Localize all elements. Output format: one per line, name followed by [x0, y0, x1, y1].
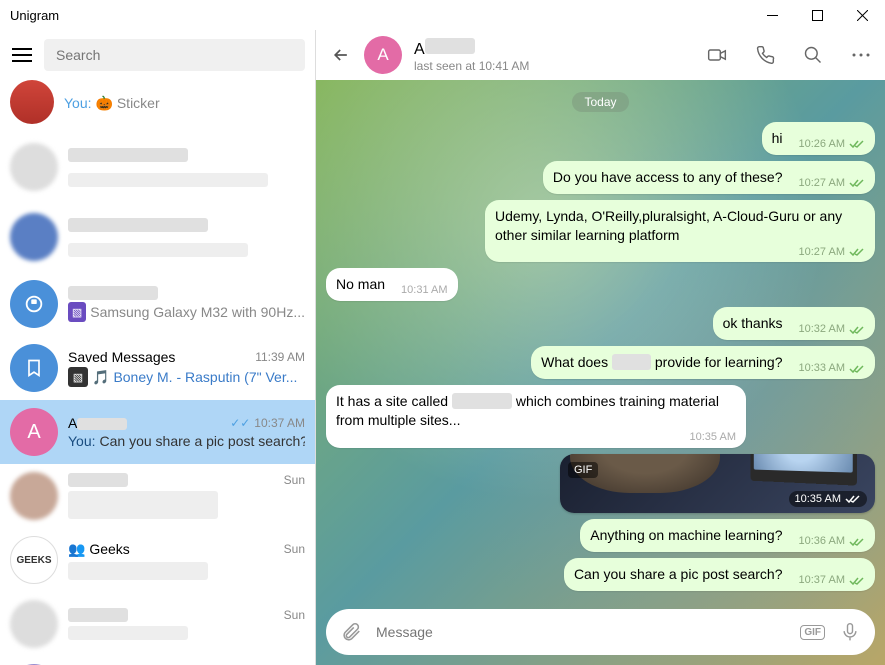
attach-button[interactable]	[340, 621, 362, 643]
chat-item[interactable]: You: 🎃 Sticker	[0, 80, 315, 132]
back-button[interactable]	[330, 44, 352, 66]
search-input[interactable]	[44, 39, 305, 71]
close-button[interactable]	[840, 0, 885, 30]
avatar	[10, 280, 58, 328]
thumbnail-icon: ▧	[68, 302, 86, 322]
message-out[interactable]: Anything on machine learning?10:36 AM	[580, 519, 875, 552]
double-check-icon	[849, 178, 865, 188]
date-separator: Today	[572, 92, 628, 112]
chat-item-geeks[interactable]: GEEKS 👥 Geeks Sun	[0, 528, 315, 592]
thumbnail-icon: ▧	[68, 367, 88, 387]
chat-time: Sun	[284, 608, 305, 622]
conversation-avatar[interactable]: A	[364, 36, 402, 74]
chat-item-saved-messages[interactable]: Saved Messages11:39 AM ▧🎵Boney M. - Rasp…	[0, 336, 315, 400]
chat-time: Sun	[284, 542, 305, 556]
chat-time: Sun	[284, 473, 305, 487]
message-out[interactable]: What does xxxxx provide for learning?10:…	[531, 346, 875, 379]
avatar	[10, 80, 54, 124]
double-check-icon	[849, 537, 865, 547]
message-out[interactable]: Can you share a pic post search?10:37 AM	[564, 558, 875, 591]
bookmark-icon	[10, 344, 58, 392]
video-call-button[interactable]	[707, 45, 727, 65]
call-button[interactable]	[755, 45, 775, 65]
message-meta: 10:37 AM	[799, 573, 865, 588]
message-meta: 10:36 AM	[799, 534, 865, 549]
group-icon: 👥	[68, 541, 85, 557]
chat-item[interactable]	[0, 202, 315, 272]
message-in[interactable]: It has a site called xxxxxxxx which comb…	[326, 385, 746, 448]
double-check-icon	[845, 494, 861, 504]
avatar	[10, 472, 58, 520]
maximize-button[interactable]	[795, 0, 840, 30]
double-check-icon: ✓✓	[230, 416, 250, 430]
menu-button[interactable]	[10, 43, 34, 67]
chat-item[interactable]: ▧Samsung Galaxy M32 with 90Hz...	[0, 272, 315, 336]
avatar	[10, 213, 58, 261]
message-input[interactable]	[376, 624, 786, 640]
search-button[interactable]	[803, 45, 823, 65]
message-meta: 10:33 AM	[799, 361, 865, 376]
double-check-icon	[849, 325, 865, 335]
message-out[interactable]: hi10:26 AM	[762, 122, 875, 155]
message-meta: 10:32 AM	[799, 322, 865, 337]
message-meta: 10:35 AM	[789, 491, 867, 507]
conversation-panel: A A last seen at 10:41 AM Today hi10:26 …	[316, 30, 885, 665]
message-meta: 10:27 AM	[799, 245, 865, 260]
chat-item[interactable]: B BSat	[0, 656, 315, 665]
chat-item[interactable]: Sun	[0, 464, 315, 528]
message-meta: 10:35 AM	[690, 430, 736, 445]
music-icon: 🎵	[92, 369, 109, 386]
double-check-icon	[849, 139, 865, 149]
message-out[interactable]: ok thanks10:32 AM	[713, 307, 875, 340]
conversation-name	[425, 38, 475, 54]
message-in[interactable]: No man10:31 AM	[326, 268, 458, 301]
window-title: Unigram	[10, 8, 59, 23]
message-out[interactable]: Udemy, Lynda, O'Reilly,pluralsight, A-Cl…	[485, 200, 875, 263]
minimize-button[interactable]	[750, 0, 795, 30]
double-check-icon	[849, 576, 865, 586]
avatar: GEEKS	[10, 536, 58, 584]
double-check-icon	[849, 364, 865, 374]
message-gif[interactable]: GIF 10:35 AM	[560, 454, 875, 514]
gif-badge: GIF	[568, 462, 598, 478]
gif-button[interactable]: GIF	[800, 625, 825, 640]
chat-time: ✓✓10:37 AM	[230, 416, 305, 430]
avatar: A	[10, 408, 58, 456]
mic-button[interactable]	[839, 621, 861, 643]
chat-item[interactable]	[0, 132, 315, 202]
sidebar: You: 🎃 Sticker ▧Samsung Galaxy M32 with …	[0, 30, 316, 665]
message-composer: GIF	[326, 609, 875, 655]
conversation-status: last seen at 10:41 AM	[414, 59, 695, 73]
message-out[interactable]: Do you have access to any of these?10:27…	[543, 161, 875, 194]
chat-item[interactable]: Sun	[0, 592, 315, 656]
conversation-header: A A last seen at 10:41 AM	[316, 30, 885, 80]
message-meta: 10:26 AM	[799, 137, 865, 152]
chat-item-active[interactable]: A A✓✓10:37 AM You: Can you share a pic p…	[0, 400, 315, 464]
window-controls	[750, 0, 885, 30]
chat-time: 11:39 AM	[255, 350, 305, 364]
chat-name: 👥 Geeks	[68, 541, 130, 558]
avatar	[10, 143, 58, 191]
chat-name: Saved Messages	[68, 349, 175, 365]
avatar	[10, 600, 58, 648]
message-list[interactable]: Today hi10:26 AM Do you have access to a…	[316, 80, 885, 599]
title-bar: Unigram	[0, 0, 885, 30]
message-meta: 10:31 AM	[401, 283, 447, 298]
chat-list[interactable]: You: 🎃 Sticker ▧Samsung Galaxy M32 with …	[0, 80, 315, 665]
double-check-icon	[849, 247, 865, 257]
message-meta: 10:27 AM	[799, 176, 865, 191]
more-button[interactable]	[851, 45, 871, 65]
